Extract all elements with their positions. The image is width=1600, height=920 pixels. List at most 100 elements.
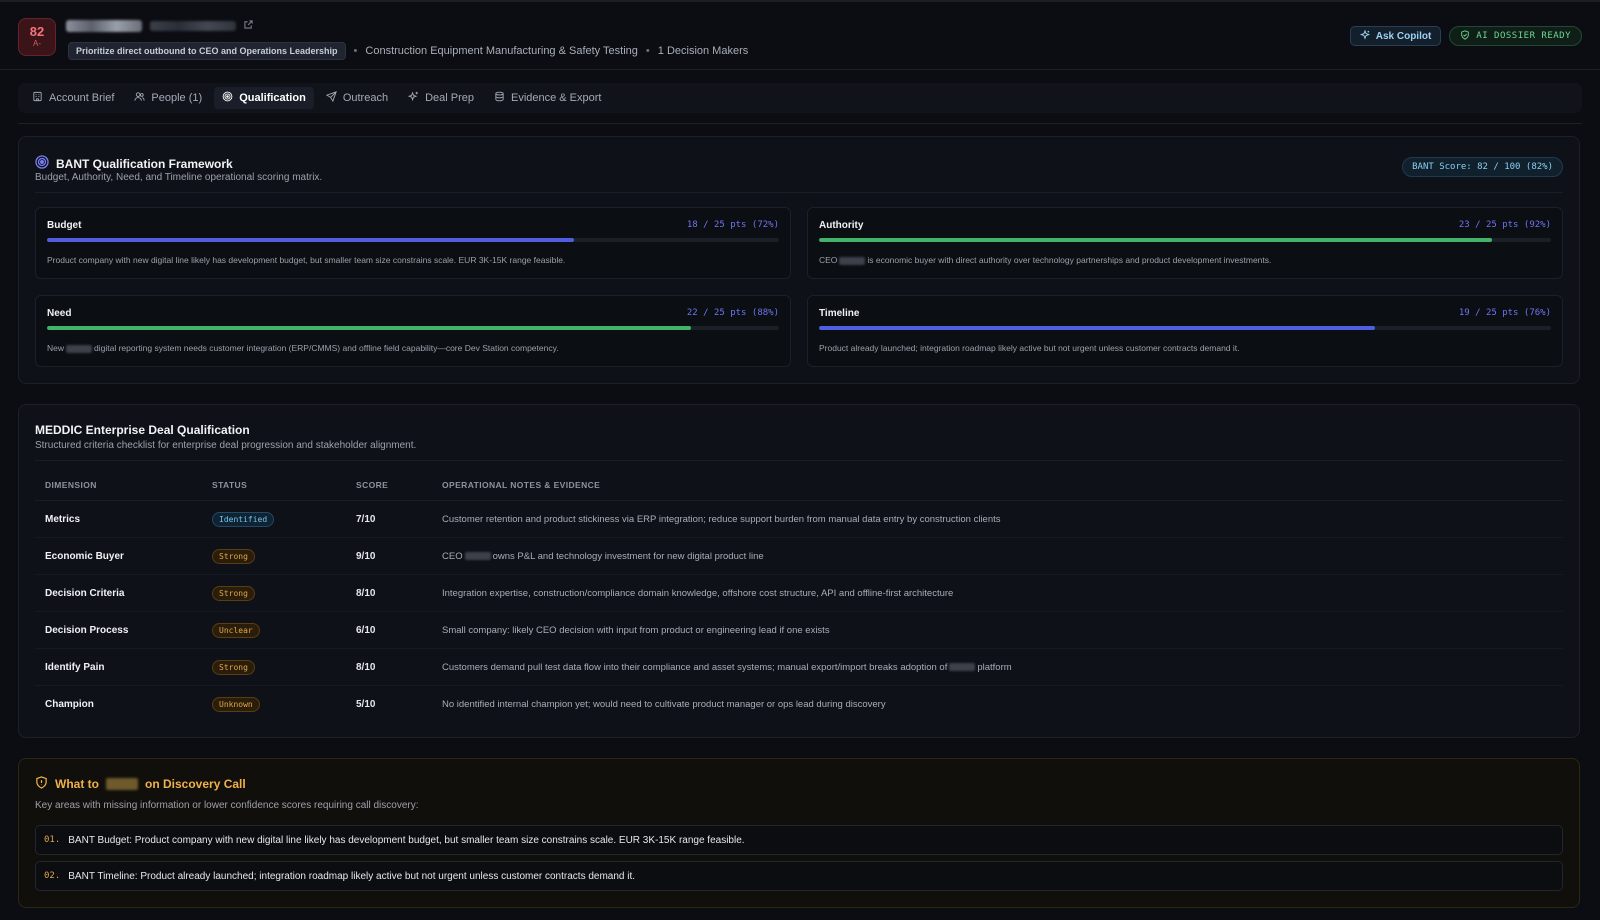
database-icon xyxy=(494,91,505,105)
criterion-name: Authority xyxy=(819,220,864,231)
status-badge: Strong xyxy=(212,548,255,564)
discovery-item: 01. BANT Budget: Product company with ne… xyxy=(35,825,1563,855)
table-row: Decision Process Unclear 6/10 Small comp… xyxy=(35,612,1563,649)
table-row: Decision Criteria Strong 8/10 Integratio… xyxy=(35,575,1563,612)
tab-outreach[interactable]: Outreach xyxy=(318,87,396,109)
note-text: CEO xyxy=(442,550,463,562)
bant-title-text: BANT Qualification Framework xyxy=(56,156,233,171)
score-cell: 8/10 xyxy=(356,587,376,599)
meddic-title: MEDDIC Enterprise Deal Qualification xyxy=(35,423,250,437)
note-text: digital reporting system needs customer … xyxy=(94,343,559,353)
status-badge: Unknown xyxy=(212,697,260,712)
tab-label: Outreach xyxy=(342,92,389,104)
table-row: Identify Pain Strong 8/10 Customers dema… xyxy=(35,649,1563,686)
redacted-account-domain xyxy=(150,21,236,31)
status-cell: Identified xyxy=(212,511,356,527)
account-score: 82 xyxy=(29,24,45,39)
discovery-item-text: BANT Timeline: Product already launched;… xyxy=(68,870,636,882)
criterion-points: 19 / 25 pts (76%) xyxy=(1458,308,1551,318)
redacted-name xyxy=(464,551,491,560)
column-header: DIMENSION xyxy=(45,479,97,490)
building-icon xyxy=(32,91,43,105)
external-link-icon[interactable] xyxy=(244,20,253,32)
status-cell: Strong xyxy=(212,659,356,675)
send-icon xyxy=(325,91,337,105)
ask-copilot-button[interactable]: Ask Copilot xyxy=(1349,26,1442,46)
sparkle-icon xyxy=(1359,28,1370,43)
criterion-progress-fill xyxy=(47,326,692,330)
meddic-panel: MEDDIC Enterprise Deal Qualification Str… xyxy=(18,404,1580,738)
status-badge: Unclear xyxy=(212,622,260,638)
note-text: CEO xyxy=(819,255,838,265)
account-name[interactable] xyxy=(66,20,253,32)
criterion-progress-fill xyxy=(47,238,575,242)
column-header: OPERATIONAL NOTES & EVIDENCE xyxy=(442,479,601,490)
discovery-subtitle: Key areas with missing information or lo… xyxy=(35,800,419,811)
status-cell: Unknown xyxy=(212,697,356,712)
target-icon xyxy=(35,155,49,172)
redacted-account-name xyxy=(66,20,142,32)
discovery-title-text: What to xyxy=(55,777,99,791)
bant-subtitle: Budget, Authority, Need, and Timeline op… xyxy=(35,172,323,183)
tab-people[interactable]: People (1) xyxy=(126,87,210,109)
tab-label: People (1) xyxy=(151,92,203,104)
tab-label: Deal Prep xyxy=(425,92,474,104)
bant-title: BANT Qualification Framework xyxy=(35,155,233,172)
criterion-points: 22 / 25 pts (88%) xyxy=(686,308,779,318)
redacted-name xyxy=(839,256,866,265)
criterion-name: Need xyxy=(47,308,72,319)
separator-dot: • xyxy=(353,45,358,57)
score-cell: 6/10 xyxy=(356,624,376,636)
note-text: platform xyxy=(977,661,1012,673)
criterion-points: 18 / 25 pts (72%) xyxy=(686,220,779,230)
score-cell: 9/10 xyxy=(356,550,376,562)
ask-copilot-label: Ask Copilot xyxy=(1375,30,1432,42)
notes-cell: Small company: likely CEO decision with … xyxy=(442,624,830,636)
decision-makers-count: 1 Decision Makers xyxy=(657,45,749,57)
notes-cell: Integration expertise, construction/comp… xyxy=(442,587,954,599)
industry-label: Construction Equipment Manufacturing & S… xyxy=(365,45,638,57)
note-text: owns P&L and technology investment for n… xyxy=(492,550,764,562)
status-badge: Identified xyxy=(212,511,275,527)
discovery-panel: What to on Discovery Call Key areas with… xyxy=(18,758,1580,908)
panel-divider xyxy=(35,460,1563,461)
discovery-item-text: BANT Budget: Product company with new di… xyxy=(68,834,745,846)
dossier-ready-badge: AI DOSSIER READY xyxy=(1449,26,1582,46)
status-cell: Unclear xyxy=(212,622,356,638)
criterion-note: Product company with new digital line li… xyxy=(47,255,566,265)
separator-dot: • xyxy=(645,45,650,57)
bant-criterion-need: Need 22 / 25 pts (88%) New digital report… xyxy=(35,295,791,367)
status-cell: Strong xyxy=(212,548,356,564)
table-row: Metrics Identified 7/10 Customer retenti… xyxy=(35,501,1563,538)
criterion-progress-fill xyxy=(819,326,1376,330)
discovery-item-index: 02. xyxy=(44,871,61,881)
tab-qualification[interactable]: Qualification xyxy=(214,87,314,109)
redacted-verb xyxy=(106,778,138,790)
notes-cell: Customers demand pull test data flow int… xyxy=(442,662,1563,673)
tab-evidence-export[interactable]: Evidence & Export xyxy=(486,87,610,109)
tab-deal-prep[interactable]: Deal Prep xyxy=(400,87,482,109)
account-meta: Prioritize direct outbound to CEO and Op… xyxy=(68,42,748,60)
criterion-progress-track xyxy=(819,326,1551,330)
status-badge: Strong xyxy=(212,585,255,601)
criterion-note: New digital reporting system needs custom… xyxy=(47,343,779,353)
tab-account-brief[interactable]: Account Brief xyxy=(24,87,122,109)
note-text: Customers demand pull test data flow int… xyxy=(442,661,948,673)
meddic-table: DIMENSION STATUS SCORE OPERATIONAL NOTES… xyxy=(35,469,1563,723)
panel-divider xyxy=(35,192,1563,193)
dimension-cell: Metrics xyxy=(45,513,81,525)
bant-criterion-budget: Budget 18 / 25 pts (72%) Product company… xyxy=(35,207,791,279)
table-row: Champion Unknown 5/10 No identified inte… xyxy=(35,686,1563,723)
criterion-name: Budget xyxy=(47,220,82,231)
criterion-progress-track xyxy=(819,238,1551,242)
criterion-progress-fill xyxy=(819,238,1493,242)
tab-label: Account Brief xyxy=(49,92,115,104)
criterion-note: CEO is economic buyer with direct authori… xyxy=(819,255,1551,265)
dimension-cell: Decision Criteria xyxy=(45,587,125,599)
discovery-title-text: on Discovery Call xyxy=(145,777,246,791)
discovery-title: What to on Discovery Call xyxy=(35,776,246,792)
bant-criterion-timeline: Timeline 19 / 25 pts (76%) Product alrea… xyxy=(807,295,1563,367)
criterion-progress-track xyxy=(47,238,779,242)
dimension-cell: Decision Process xyxy=(45,624,129,636)
note-text: New xyxy=(47,343,65,353)
